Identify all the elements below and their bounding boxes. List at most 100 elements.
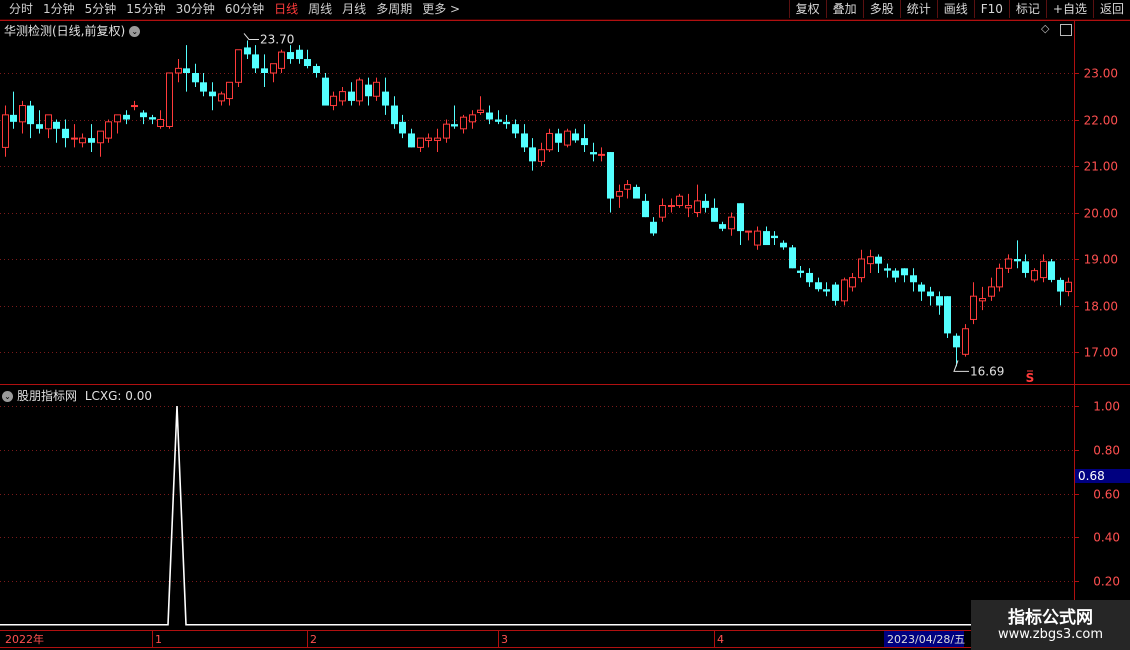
- candle-62: [538, 142, 545, 166]
- toolbar-button-0[interactable]: 复权: [788, 0, 826, 18]
- candle-64: [555, 128, 562, 153]
- candle-67: [581, 124, 588, 153]
- period-tab-8[interactable]: 月线: [337, 1, 371, 18]
- period-tab-9[interactable]: 多周期: [371, 1, 417, 18]
- candle-88: [763, 226, 770, 246]
- candle-38: [330, 91, 337, 111]
- candle-18: [157, 110, 164, 129]
- candle-2: [19, 100, 26, 134]
- ind-tick-label-2: 0.60: [1093, 488, 1120, 502]
- period-toolbar: 分时 1分钟 5分钟 15分钟 30分钟 60分钟 日线 周线 月线 多周期 更多 > 复权 叠加 多股…: [0, 0, 1130, 20]
- candle-50: [434, 128, 441, 153]
- candle-45: [391, 96, 398, 129]
- diamond-icon[interactable]: ◇: [1041, 22, 1049, 35]
- candle-37: [322, 73, 329, 106]
- candle-15: [131, 100, 138, 111]
- ind-tick-label-0: 0.20: [1093, 575, 1120, 589]
- candle-56: [486, 105, 493, 125]
- period-tab-6[interactable]: 日线: [269, 1, 303, 18]
- candle-109: [944, 296, 951, 339]
- candle-100: [867, 249, 874, 273]
- main-tick-label-2: 19.00: [1084, 253, 1118, 267]
- indicator-grid: [0, 406, 1074, 582]
- main-tick-label-0: 17.00: [1084, 346, 1118, 360]
- candle-107: [927, 286, 934, 306]
- candle-13: [114, 114, 121, 134]
- candle-39: [339, 86, 346, 106]
- candle-97: [841, 277, 848, 306]
- indicator-line: [0, 405, 1068, 626]
- panel-layout-icon[interactable]: [1060, 24, 1072, 36]
- candle-69: [598, 147, 605, 162]
- candle-121: [1048, 259, 1055, 283]
- toolbar-button-1[interactable]: 叠加: [825, 0, 863, 18]
- candle-98: [849, 272, 856, 292]
- candle-58: [503, 114, 510, 129]
- candle-53: [460, 114, 467, 134]
- stock-chart[interactable]: 17.0018.0019.0020.0021.0022.0023.00 23.7…: [0, 0, 1130, 650]
- toolbar-button-6[interactable]: 标记: [1008, 0, 1046, 18]
- candle-79: [685, 193, 692, 218]
- toolbar-button-5[interactable]: F10: [973, 0, 1009, 18]
- toolbar-button-3[interactable]: 统计: [899, 0, 937, 18]
- watermark-title: 指标公式网: [1008, 608, 1093, 628]
- period-tab-3[interactable]: 15分钟: [121, 1, 170, 18]
- period-tab-2[interactable]: 5分钟: [80, 1, 122, 18]
- indicator-title: 股朋指标网: [17, 389, 78, 403]
- candle-49: [425, 133, 432, 148]
- candle-117: [1014, 240, 1021, 269]
- candle-114: [988, 277, 995, 301]
- candle-52: [451, 105, 458, 129]
- period-tab-5[interactable]: 60分钟: [220, 1, 269, 18]
- candle-68: [590, 142, 597, 162]
- main-tick-label-4: 21.00: [1084, 160, 1118, 174]
- toolbar-button-2[interactable]: 多股: [862, 0, 900, 18]
- ind-tick-label-4: 1.00: [1093, 400, 1120, 414]
- candle-72: [624, 179, 631, 199]
- chevron-down-icon[interactable]: ⌄: [129, 26, 141, 37]
- candle-31: [270, 63, 277, 83]
- candle-108: [936, 291, 943, 315]
- x-month-label-2: 3: [501, 633, 508, 646]
- candle-96: [832, 282, 839, 306]
- max-price-label: 23.70: [260, 32, 294, 46]
- period-tab-10[interactable]: 更多 >: [417, 1, 465, 18]
- watermark: 指标公式网 www.zbgs3.com: [971, 600, 1130, 650]
- candle-12: [105, 119, 112, 143]
- candle-118: [1022, 254, 1029, 278]
- candle-77: [668, 198, 675, 213]
- candle-85: [737, 203, 744, 246]
- candle-41: [356, 77, 363, 106]
- toolbar-button-7[interactable]: +自选: [1045, 0, 1093, 18]
- period-tab-0[interactable]: 分时: [4, 1, 38, 18]
- signal-s-marker: S: [1026, 371, 1035, 385]
- candle-76: [659, 198, 666, 222]
- candle-65: [564, 128, 571, 148]
- candle-10: [88, 124, 95, 153]
- candle-44: [382, 77, 389, 115]
- min-price-label: 16.69: [970, 364, 1004, 378]
- indicator-title-row: ⌄ 股朋指标网 LCXG: 0.00: [2, 387, 152, 404]
- candle-80: [694, 184, 701, 218]
- candle-51: [443, 119, 450, 143]
- candle-19: [166, 72, 173, 129]
- candle-55: [477, 96, 484, 115]
- period-tab-4[interactable]: 30分钟: [171, 1, 220, 18]
- x-axis: 2022年 1 2 3 4 2023/04/28/五: [5, 631, 965, 647]
- candle-122: [1057, 277, 1064, 306]
- candle-99: [858, 249, 865, 283]
- chevron-down-icon[interactable]: ⌄: [2, 391, 13, 402]
- x-start-label: 2022年: [5, 632, 44, 646]
- toolbar-button-4[interactable]: 画线: [936, 0, 974, 18]
- period-tab-7[interactable]: 周线: [303, 1, 337, 18]
- period-tab-1[interactable]: 1分钟: [38, 1, 80, 18]
- candle-102: [884, 263, 891, 278]
- toolbar-button-8[interactable]: 返回: [1092, 0, 1130, 18]
- candle-112: [970, 282, 977, 325]
- candle-46: [399, 114, 406, 139]
- candle-82: [711, 198, 718, 222]
- candle-91: [789, 245, 796, 269]
- candle-116: [1005, 254, 1012, 273]
- main-grid: [0, 73, 1074, 353]
- candle-40: [348, 82, 355, 106]
